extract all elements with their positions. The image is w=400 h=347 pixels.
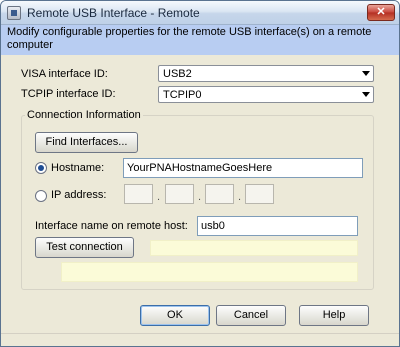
chevron-down-icon [362, 71, 370, 76]
description-banner: Modify configurable properties for the r… [1, 25, 399, 55]
window-title: Remote USB Interface - Remote [27, 6, 200, 20]
ip-separator: . [157, 191, 161, 203]
tcpip-label: TCPIP interface ID: [21, 88, 116, 100]
remote-interface-name-input[interactable] [197, 216, 358, 236]
app-icon [7, 6, 21, 20]
dialog-window: Remote USB Interface - Remote ✕ Modify c… [0, 0, 400, 347]
chevron-down-icon [362, 92, 370, 97]
cancel-button[interactable]: Cancel [216, 305, 286, 326]
remote-name-label: Interface name on remote host: [35, 220, 188, 232]
ip-separator: . [238, 191, 242, 203]
ip-octet-3[interactable] [205, 184, 234, 204]
ip-octet-1[interactable] [124, 184, 153, 204]
connection-group-title: Connection Information [25, 109, 143, 121]
ip-octet-2[interactable] [165, 184, 194, 204]
tcpip-interface-select[interactable]: TCPIP0 [158, 86, 374, 103]
hostname-input[interactable] [123, 158, 363, 178]
visa-selected-value: USB2 [163, 68, 192, 80]
ip-octet-4[interactable] [245, 184, 274, 204]
visa-interface-select[interactable]: USB2 [158, 65, 374, 82]
hostname-label: Hostname: [51, 162, 105, 174]
ip-separator: . [198, 191, 202, 203]
test-connection-button[interactable]: Test connection [35, 237, 134, 258]
status-field-bottom [61, 262, 358, 282]
bottom-divider [1, 333, 399, 334]
close-button[interactable]: ✕ [367, 4, 395, 21]
title-bar[interactable]: Remote USB Interface - Remote ✕ [1, 1, 399, 25]
ip-address-radio[interactable] [35, 190, 47, 202]
ok-button[interactable]: OK [140, 305, 210, 326]
visa-label: VISA interface ID: [21, 68, 108, 80]
ip-address-label: IP address: [51, 189, 107, 201]
hostname-radio[interactable] [35, 162, 47, 174]
tcpip-selected-value: TCPIP0 [163, 89, 202, 101]
status-field-top [150, 240, 358, 256]
find-interfaces-button[interactable]: Find Interfaces... [35, 132, 138, 153]
help-button[interactable]: Help [299, 305, 369, 326]
